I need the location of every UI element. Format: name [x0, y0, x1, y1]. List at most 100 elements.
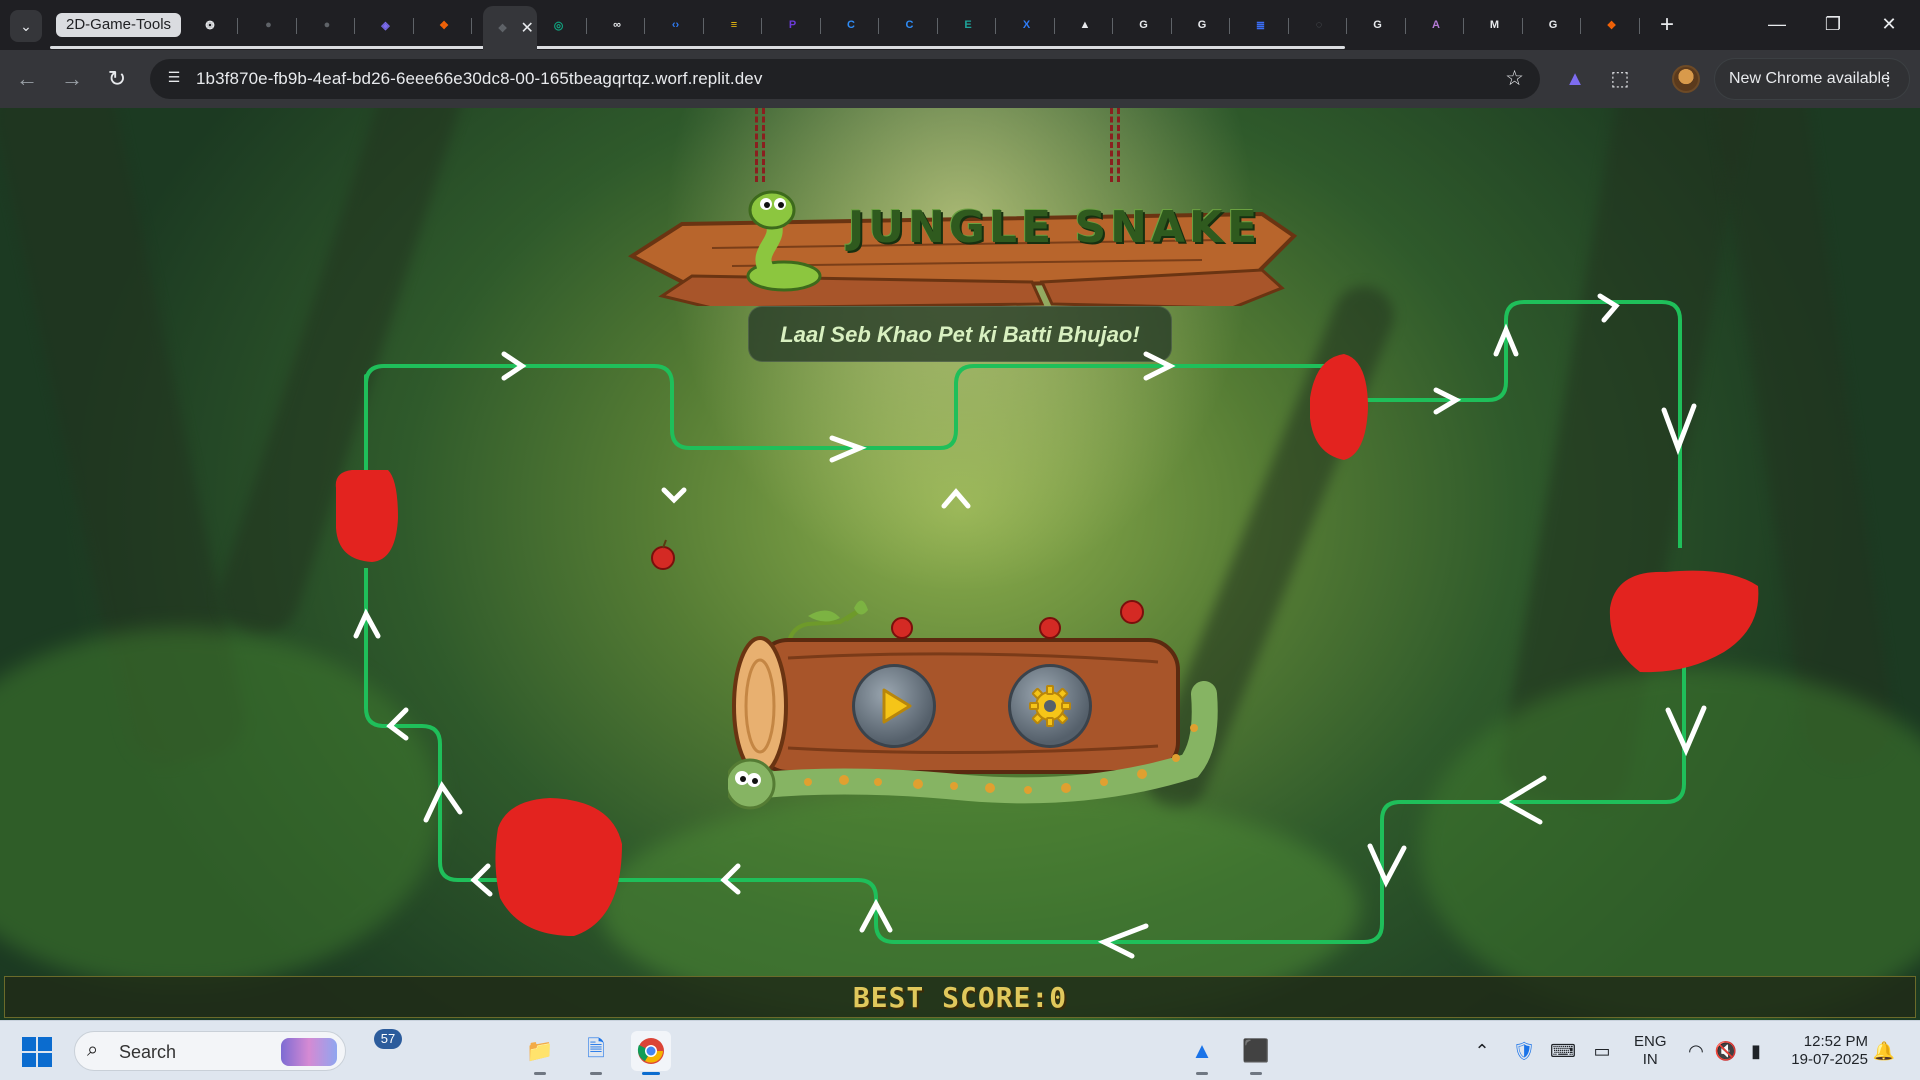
score-bar: BEST SCORE:0: [4, 976, 1916, 1018]
settings-button[interactable]: [1008, 664, 1092, 748]
browser-tab[interactable]: ●: [307, 8, 355, 42]
restore-button[interactable]: ❐: [1810, 8, 1856, 40]
openai-icon: ❂: [205, 19, 215, 32]
p-icon: P: [788, 19, 797, 31]
close-window-button[interactable]: ✕: [1866, 8, 1912, 40]
back-button[interactable]: ←: [10, 62, 44, 96]
browser-tab[interactable]: ▲: [1065, 8, 1113, 42]
wifi-icon[interactable]: ◠: [1684, 1039, 1708, 1063]
browser-tab[interactable]: ●: [249, 8, 297, 42]
close-tab-icon[interactable]: ✕: [521, 18, 534, 38]
browser-tab[interactable]: E: [948, 8, 996, 42]
battery-icon[interactable]: ▮: [1744, 1039, 1768, 1063]
browser-tab[interactable]: G: [1124, 8, 1172, 42]
browser-tab[interactable]: ❂: [190, 8, 238, 42]
tab-separator: [412, 18, 414, 34]
more-menu-icon[interactable]: ⋮: [1879, 59, 1897, 99]
system-clock[interactable]: 12:52 PM 19-07-2025: [1784, 1033, 1868, 1069]
notepad-icon[interactable]: 🗎: [576, 1031, 616, 1075]
widgets-badge[interactable]: 57: [374, 1029, 402, 1049]
browser-tab[interactable]: ◎: [539, 8, 587, 42]
tab-group-label[interactable]: 2D-Game-Tools: [56, 13, 182, 37]
browser-tab[interactable]: G: [1533, 8, 1581, 42]
tab-separator: [1638, 18, 1640, 34]
google-icon: G: [1373, 19, 1382, 31]
start-button[interactable]: [22, 1037, 52, 1067]
language-indicator[interactable]: ENG IN: [1634, 1033, 1667, 1069]
browser-tab[interactable]: ≡: [714, 8, 762, 42]
browser-tab[interactable]: ‹›: [656, 8, 704, 42]
github-icon: ●: [323, 19, 331, 31]
browser-tab[interactable]: M: [1475, 8, 1523, 42]
tab-separator: [878, 18, 879, 34]
gear-icon: [1029, 685, 1071, 727]
show-hidden-icons-chevron-icon[interactable]: ⌃: [1470, 1039, 1494, 1063]
tab-search-button[interactable]: ⌄: [10, 10, 42, 42]
tab-separator: [819, 18, 821, 34]
extensions-puzzle-icon[interactable]: ⬚: [1605, 64, 1635, 94]
browser-tab[interactable]: P: [773, 8, 821, 42]
browser-tab[interactable]: C: [831, 8, 879, 42]
play-button[interactable]: [852, 664, 936, 748]
snake-path-drawing: [335, 293, 1759, 959]
forward-button[interactable]: →: [55, 62, 89, 96]
arrow-mark: [661, 487, 687, 504]
edge-icon: E: [964, 19, 972, 31]
triangle-icon: ▲: [1079, 19, 1091, 31]
replit-icon: ❖: [497, 22, 508, 35]
browser-tab-bar: ⌄ 2D-Game-Tools ❂ ● ● ◈ ❖ ❖ ✕ ◎ ∞ ‹› ≡ P C C E X ▲ G G ≣ ◌ G A…: [0, 0, 1920, 50]
security-shield-icon[interactable]: 🛡: [1512, 1039, 1536, 1063]
browser-tab[interactable]: ❖: [424, 8, 472, 42]
tab-group-underline: [50, 46, 1345, 49]
notification-bell-icon[interactable]: 🔔: [1872, 1039, 1896, 1063]
browser-tab[interactable]: G: [1182, 8, 1230, 42]
taskbar-search[interactable]: ⌕ Search: [74, 1031, 346, 1071]
path-segment: [364, 568, 500, 882]
browser-tab[interactable]: ❖ ✕: [482, 6, 537, 50]
browser-tab[interactable]: X: [1007, 8, 1055, 42]
stack-icon: ≡: [730, 19, 738, 31]
browser-tab[interactable]: G: [1358, 8, 1406, 42]
display-icon[interactable]: ▭: [1590, 1039, 1614, 1063]
extension-drop-icon[interactable]: ▲: [1560, 64, 1590, 94]
arrow-mark: [1597, 293, 1620, 323]
chatgpt-icon: ◎: [553, 19, 564, 32]
url-text[interactable]: 1b3f870e-fb9b-4eaf-bd26-6eee66e30dc8-00-…: [196, 69, 762, 89]
small-apple-icon: [651, 539, 675, 570]
red-apple-mark: [495, 798, 622, 936]
browser-tab[interactable]: C: [890, 8, 938, 42]
site-info-icon[interactable]: ☰: [164, 69, 184, 89]
replit-icon: ❖: [439, 19, 449, 32]
best-score-label: BEST SCORE:0: [852, 980, 1068, 1014]
search-icon: ⌕: [87, 1039, 99, 1061]
browser-tab[interactable]: A: [1416, 8, 1464, 42]
bookmark-star-icon[interactable]: ☆: [1505, 66, 1524, 91]
tab-separator: [1521, 18, 1523, 34]
browser-toolbar: ← → ↻ ☰ 1b3f870e-fb9b-4eaf-bd26-6eee66e3…: [0, 50, 1920, 108]
x-icon: X: [1022, 19, 1031, 31]
browser-tab[interactable]: ≣: [1241, 8, 1289, 42]
browser-tab[interactable]: ∞: [597, 8, 645, 42]
maps-app-icon[interactable]: ▲: [1182, 1031, 1222, 1075]
keyboard-icon[interactable]: ⌨: [1550, 1039, 1576, 1063]
copilot-icon: ◈: [381, 19, 390, 32]
new-tab-button[interactable]: +: [1652, 10, 1682, 40]
file-explorer-icon[interactable]: 📁: [520, 1031, 560, 1075]
browser-tab[interactable]: ❖: [1592, 8, 1640, 42]
search-placeholder: Search: [119, 1042, 177, 1062]
terminal-icon[interactable]: ⬛: [1236, 1031, 1276, 1075]
tab-separator: [237, 18, 238, 34]
chrome-taskbar-icon[interactable]: [631, 1031, 671, 1075]
minimize-button[interactable]: —: [1754, 8, 1800, 40]
c-icon: C: [847, 19, 855, 31]
volume-muted-icon[interactable]: 🔇: [1714, 1039, 1738, 1063]
reload-button[interactable]: ↻: [100, 62, 134, 96]
browser-tab[interactable]: ◌: [1299, 8, 1347, 42]
profile-avatar[interactable]: [1672, 65, 1700, 93]
tab-separator: [471, 18, 472, 34]
red-apple-mark: [1310, 354, 1368, 460]
forms-icon: ≣: [1255, 19, 1266, 32]
address-bar[interactable]: ☰ 1b3f870e-fb9b-4eaf-bd26-6eee66e30dc8-0…: [150, 59, 1540, 99]
browser-tab[interactable]: ◈: [366, 8, 414, 42]
chrome-update-button[interactable]: New Chrome available ⋮: [1714, 58, 1910, 100]
